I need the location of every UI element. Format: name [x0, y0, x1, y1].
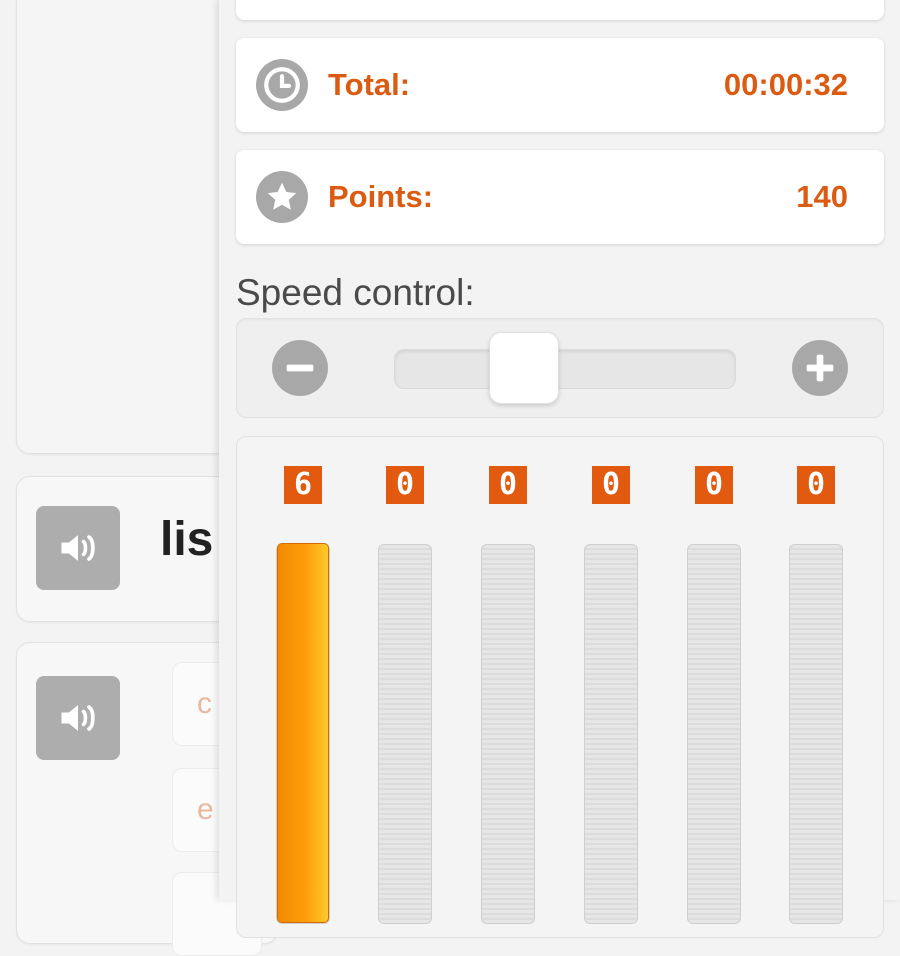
total-time-card: Total: 00:00:32 — [236, 38, 884, 132]
bar-count-badge: 0 — [797, 466, 835, 504]
progress-bar — [481, 544, 535, 924]
total-value: 00:00:32 — [723, 67, 848, 102]
points-value: 140 — [796, 179, 848, 214]
clock-icon — [256, 59, 308, 111]
progress-bar-fill — [277, 543, 329, 923]
bar-count-badge: 0 — [592, 466, 630, 504]
increase-speed-button[interactable] — [792, 340, 848, 396]
progress-bars-panel — [236, 436, 884, 938]
minus-icon — [286, 364, 314, 372]
bar-count-badge: 0 — [695, 466, 733, 504]
play-audio-button[interactable] — [36, 506, 120, 590]
points-card: Points: 140 — [236, 150, 884, 244]
points-label: Points: — [328, 179, 434, 214]
plus-icon — [806, 354, 834, 382]
speed-control-label: Speed control: — [236, 272, 475, 313]
decrease-speed-button[interactable] — [272, 340, 328, 396]
stat-card-partial — [236, 0, 884, 20]
speaker-icon — [61, 705, 95, 731]
bar-count-badge: 0 — [489, 466, 527, 504]
progress-bar — [584, 544, 638, 924]
progress-bar — [687, 544, 741, 924]
speed-slider-thumb[interactable] — [489, 332, 560, 404]
speaker-icon — [61, 535, 95, 561]
star-icon — [256, 171, 308, 223]
bar-count-badge: 6 — [284, 466, 322, 504]
progress-bar — [789, 544, 843, 924]
progress-bar — [276, 543, 330, 924]
word-text: lis — [160, 513, 214, 566]
speed-slider[interactable] — [394, 349, 736, 389]
bar-count-badge: 0 — [386, 466, 424, 504]
total-label: Total: — [328, 67, 411, 102]
play-audio-button-2[interactable] — [36, 676, 120, 760]
progress-bar — [378, 544, 432, 924]
